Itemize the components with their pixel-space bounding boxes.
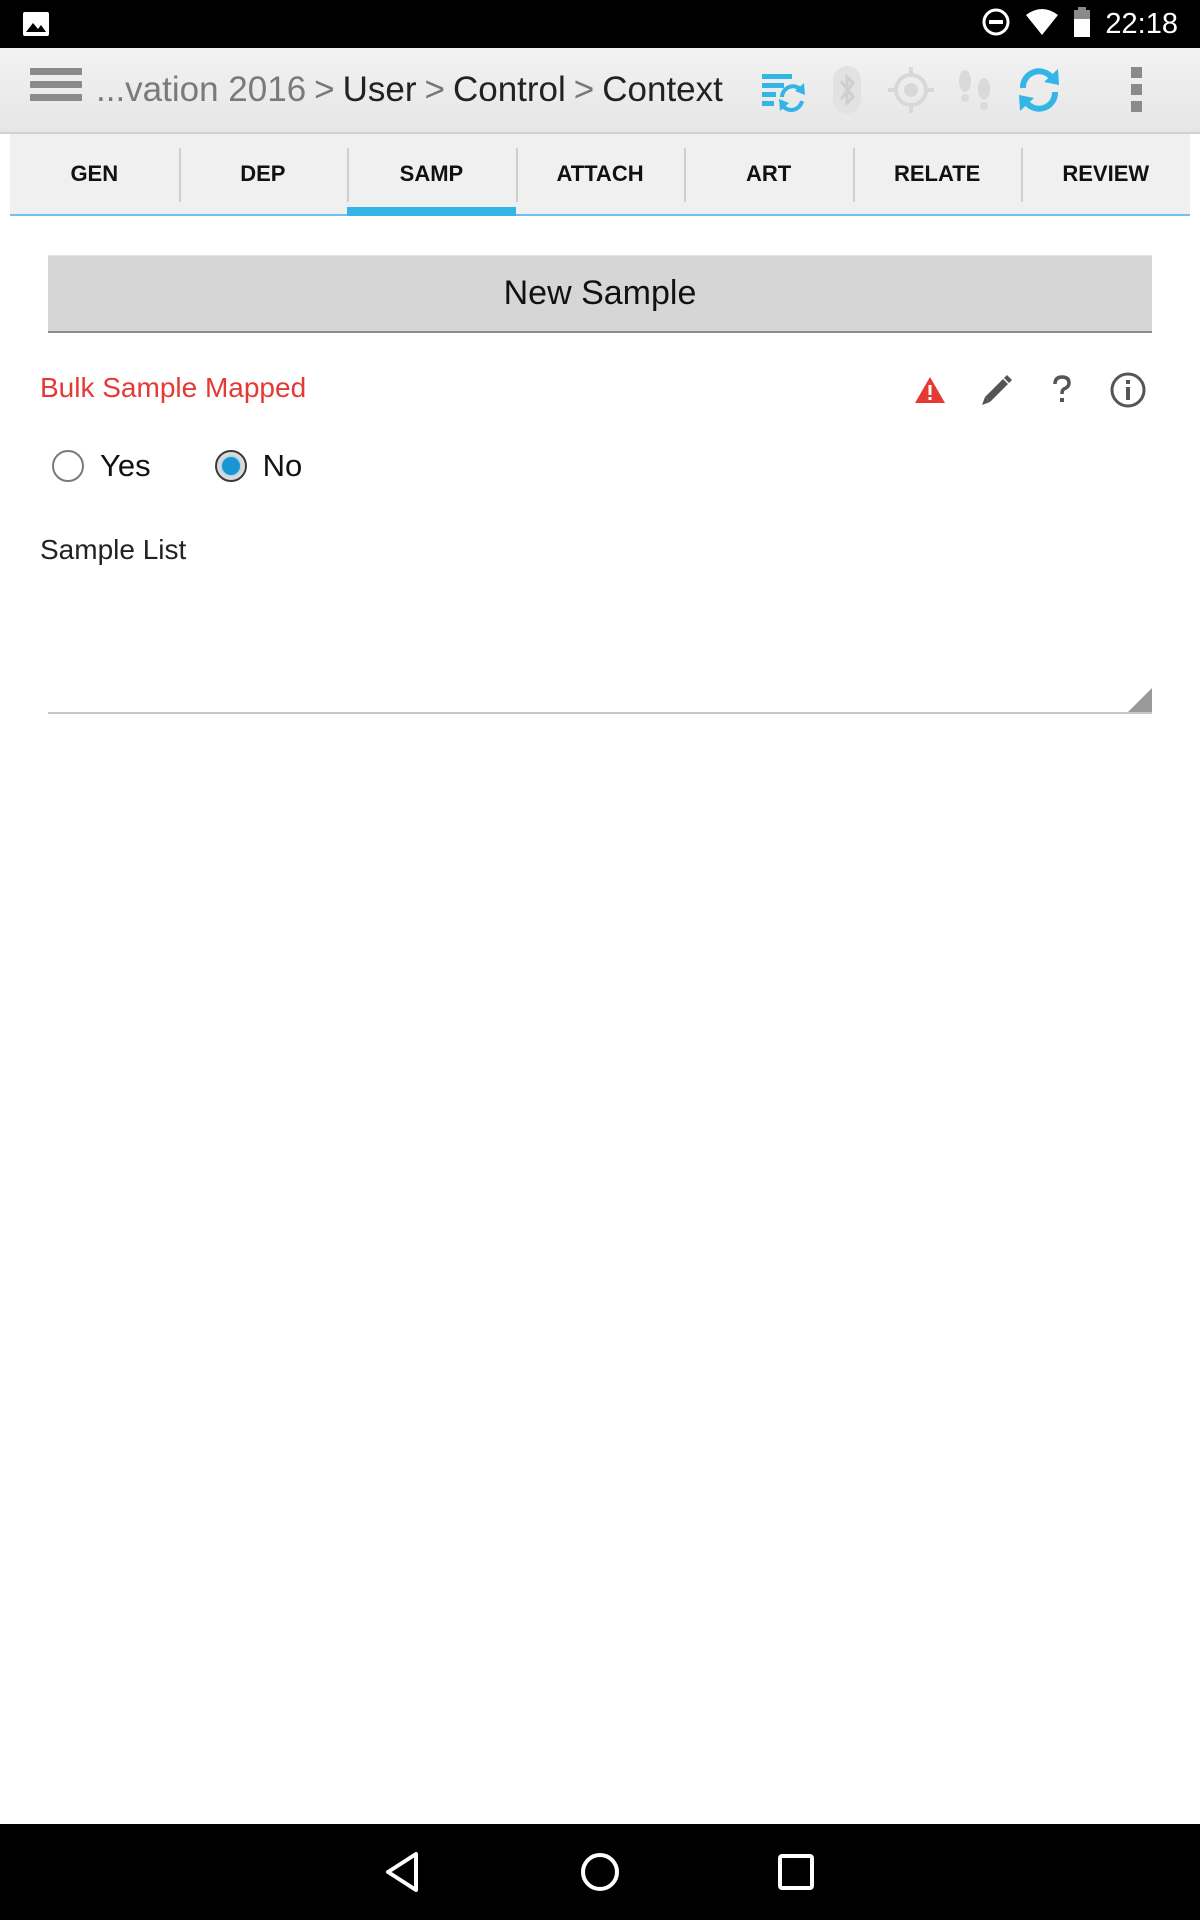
breadcrumb-separator: > xyxy=(314,70,335,109)
field-tools xyxy=(910,370,1148,410)
recents-icon[interactable] xyxy=(770,1846,822,1898)
footprints-icon[interactable] xyxy=(950,65,1000,115)
tab-review[interactable]: REVIEW xyxy=(1021,134,1191,216)
help-icon[interactable] xyxy=(1042,370,1082,410)
overflow-menu-icon[interactable] xyxy=(1112,65,1162,115)
tab-gen[interactable]: GEN xyxy=(10,134,179,216)
tab-relate[interactable]: RELATE xyxy=(852,134,1022,216)
sync-data-icon[interactable] xyxy=(758,65,808,115)
status-bar: 22:18 xyxy=(0,0,1200,48)
home-icon[interactable] xyxy=(574,1846,626,1898)
tab-art[interactable]: ART xyxy=(684,134,853,216)
sample-list-field[interactable] xyxy=(48,580,1152,714)
sample-list-label: Sample List xyxy=(40,534,187,565)
back-icon[interactable] xyxy=(378,1846,430,1898)
info-icon[interactable] xyxy=(1108,370,1148,410)
gps-icon[interactable] xyxy=(886,65,936,115)
radio-yes-label: Yes xyxy=(100,448,151,483)
new-sample-button[interactable]: New Sample xyxy=(48,255,1152,333)
radio-no[interactable]: No xyxy=(214,448,303,484)
status-time: 22:18 xyxy=(1105,7,1178,40)
action-bar: ...vation 2016 > User > Control > Context xyxy=(0,48,1200,134)
breadcrumb: ...vation 2016 > User > Control > Context xyxy=(96,48,723,132)
image-notification-icon xyxy=(22,11,50,42)
edit-icon[interactable] xyxy=(976,370,1016,410)
breadcrumb-prefix[interactable]: ...vation 2016 xyxy=(96,70,306,109)
radio-no-label: No xyxy=(262,448,303,483)
navigation-bar xyxy=(0,1824,1200,1920)
bluetooth-icon[interactable] xyxy=(822,65,872,115)
menu-icon[interactable] xyxy=(30,68,82,112)
radio-no-circle[interactable] xyxy=(214,450,247,482)
breadcrumb-separator: > xyxy=(424,70,445,109)
tab-attach[interactable]: ATTACH xyxy=(515,134,685,216)
bulk-sample-mapped-label: Bulk Sample Mapped xyxy=(40,372,307,403)
tab-dep[interactable]: DEP xyxy=(178,134,348,216)
do-not-disturb-icon xyxy=(981,7,1011,42)
battery-icon xyxy=(1073,6,1091,42)
refresh-icon[interactable] xyxy=(1014,65,1064,115)
breadcrumb-separator: > xyxy=(573,70,595,109)
breadcrumb-item-control[interactable]: Control xyxy=(453,70,566,109)
radio-yes-circle[interactable] xyxy=(52,450,84,482)
breadcrumb-item-context[interactable]: Context xyxy=(602,70,723,109)
wifi-icon xyxy=(1025,8,1059,41)
tab-bar: GEN DEP SAMP ATTACH ART RELATE REVIEW xyxy=(10,134,1191,216)
breadcrumb-item-user[interactable]: User xyxy=(343,70,417,109)
resize-grip-icon[interactable] xyxy=(1128,688,1152,712)
warning-icon[interactable] xyxy=(910,370,950,410)
radio-yes[interactable]: Yes xyxy=(52,448,151,484)
bulk-sample-radio-group: Yes No xyxy=(52,448,366,484)
tab-samp[interactable]: SAMP xyxy=(347,134,516,216)
